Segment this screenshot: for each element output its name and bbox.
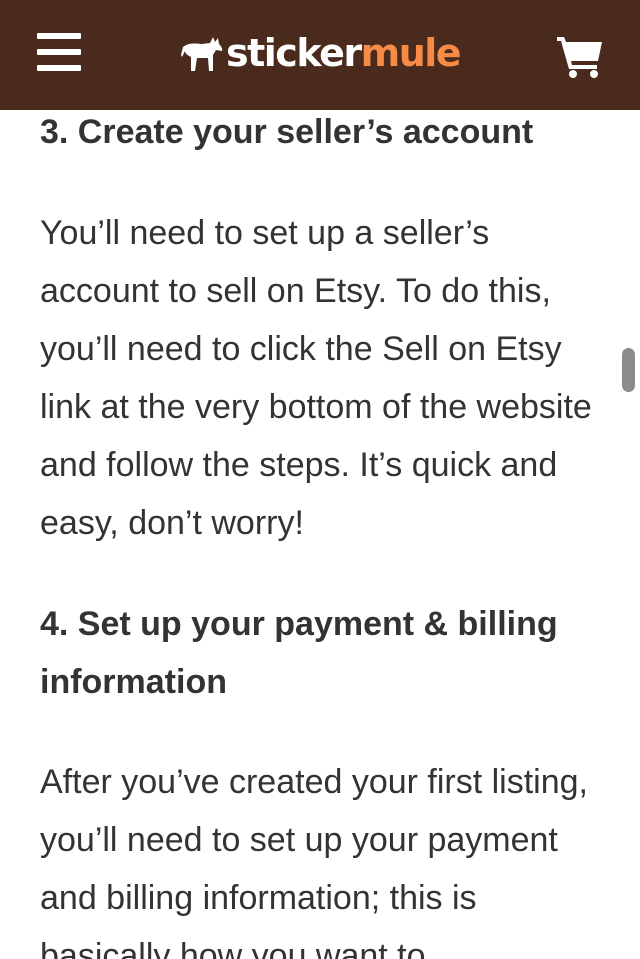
section-body-create-seller-account: You’ll need to set up a seller’s account… — [40, 214, 592, 542]
section-heading-payment-billing: 4. Set up your payment & billing informa… — [40, 605, 558, 701]
section-heading-create-seller-account: 3. Create your seller’s account — [40, 113, 534, 151]
menu-line — [37, 65, 81, 71]
menu-line — [37, 33, 81, 39]
mule-logo-icon — [181, 37, 223, 71]
menu-line — [37, 49, 81, 55]
logo-wordmark-mule: mule — [360, 31, 462, 75]
logo-wordmark: stickermule — [226, 31, 462, 75]
shopping-cart-icon[interactable] — [556, 34, 604, 78]
hamburger-menu-icon[interactable] — [37, 33, 81, 73]
top-navigation-bar: stickermule — [0, 0, 640, 110]
scrollbar-thumb[interactable] — [622, 348, 635, 392]
logo-wordmark-sticker: sticker — [226, 31, 362, 75]
stickermule-logo[interactable]: stickermule — [180, 28, 462, 78]
section-body-payment-billing: After you’ve created your first listing,… — [40, 763, 589, 959]
